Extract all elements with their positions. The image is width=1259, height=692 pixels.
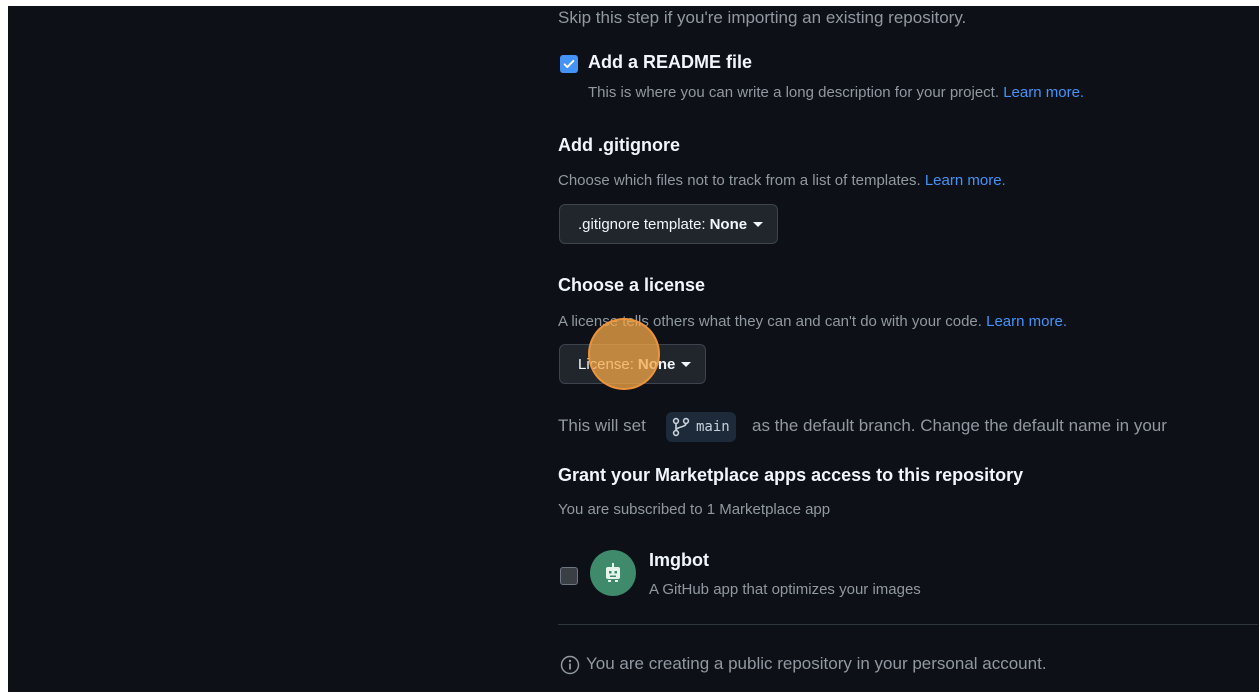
branch-name: main (696, 419, 730, 435)
gitignore-template-dropdown[interactable]: .gitignore template: None (559, 204, 779, 244)
public-repo-notice: You are creating a public repository in … (586, 654, 1047, 673)
marketplace-heading: Grant your Marketplace apps access to th… (558, 465, 1024, 485)
check-icon (563, 59, 575, 69)
gitignore-learn-more-link[interactable]: Learn more. (925, 172, 1006, 189)
branch-label: main (666, 412, 736, 442)
robot-icon (606, 563, 620, 582)
license-learn-more-link[interactable]: Learn more. (986, 313, 1067, 330)
cursor-highlight (588, 318, 660, 390)
caret-down-icon (753, 221, 764, 227)
imgbot-name: Imgbot (649, 550, 709, 570)
caret-down-icon (681, 361, 692, 367)
git-branch-icon (672, 417, 690, 437)
intro-text: Skip this step if you're importing an ex… (558, 8, 967, 27)
readme-learn-more-link[interactable]: Learn more. (1003, 84, 1084, 101)
imgbot-checkbox[interactable] (560, 567, 578, 585)
imgbot-description: A GitHub app that optimizes your images (649, 581, 921, 598)
readme-label[interactable]: Add a README file (588, 52, 752, 73)
branch-note-suffix: as the default branch. Change the defaul… (752, 416, 1167, 435)
branch-note-prefix: This will set (558, 416, 646, 435)
gitignore-heading: Add .gitignore (558, 135, 680, 155)
info-icon (560, 655, 580, 675)
divider (558, 624, 1258, 625)
gitignore-description: Choose which files not to track from a l… (558, 172, 1006, 189)
marketplace-subtitle: You are subscribed to 1 Marketplace app (558, 501, 831, 518)
readme-checkbox[interactable] (560, 55, 578, 73)
readme-description: This is where you can write a long descr… (588, 84, 1085, 101)
license-heading: Choose a license (558, 275, 706, 295)
imgbot-avatar (590, 550, 636, 596)
